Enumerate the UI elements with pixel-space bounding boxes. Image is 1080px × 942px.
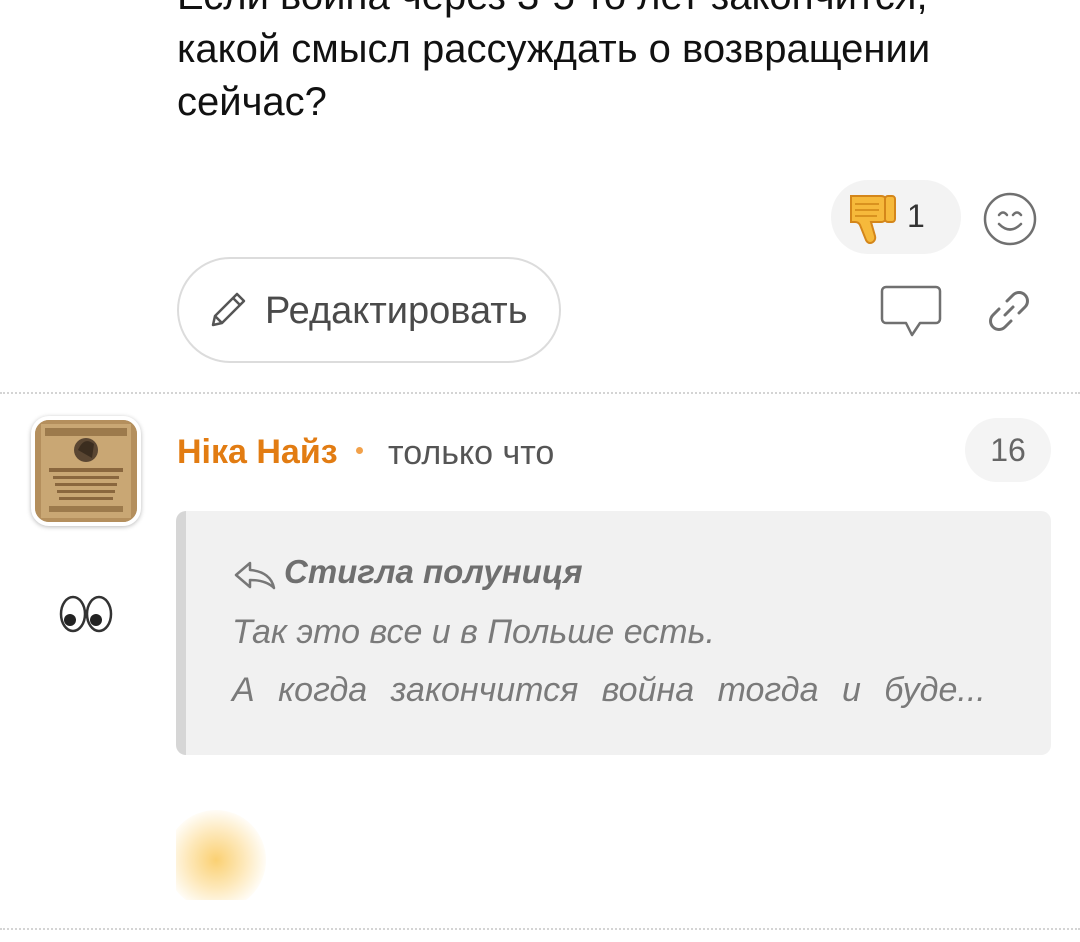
eyes-emoji-icon [59,595,113,633]
reaction-count: 1 [907,198,925,234]
quote-text-line: А когда закончится война тогда и буде... [232,671,986,709]
link-icon[interactable] [985,287,1033,335]
reaction-pill[interactable]: 1 [831,180,961,254]
comment-number-badge[interactable]: 16 [965,418,1051,482]
speech-bubble-icon[interactable] [880,283,942,341]
reply-arrow-icon [234,561,276,590]
post-text-line: сейчас? [177,80,327,124]
book-cover-image [35,420,137,522]
blurred-blob [176,810,266,900]
post-text-line: какой смысл рассуждать о возвращении [177,27,931,71]
smile-icon[interactable] [982,191,1038,247]
thumbs-down-icon [850,195,896,245]
quote-text-line: Так это все и в Польше есть. [232,613,715,651]
separator-dot [356,447,363,454]
comment-timestamp: только что [388,434,555,472]
blurred-image-preview[interactable] [176,770,306,900]
edit-button[interactable]: Редактировать [177,257,561,363]
quote-author: Стигла полуниця [284,553,583,590]
divider [0,928,1080,930]
divider [0,392,1080,394]
quoted-reply[interactable]: Стигла полуниця Так это все и в Польше е… [176,511,1051,755]
edit-button-label: Редактировать [265,290,528,332]
avatar[interactable] [31,416,141,526]
comment-author[interactable]: Ніка Найз [177,433,338,472]
pencil-icon [211,292,246,327]
post-text-line: Если война через 3-5 то лет закончится, [177,0,1057,23]
post-text: Если война через 3-5 то лет закончится, … [177,0,1057,129]
